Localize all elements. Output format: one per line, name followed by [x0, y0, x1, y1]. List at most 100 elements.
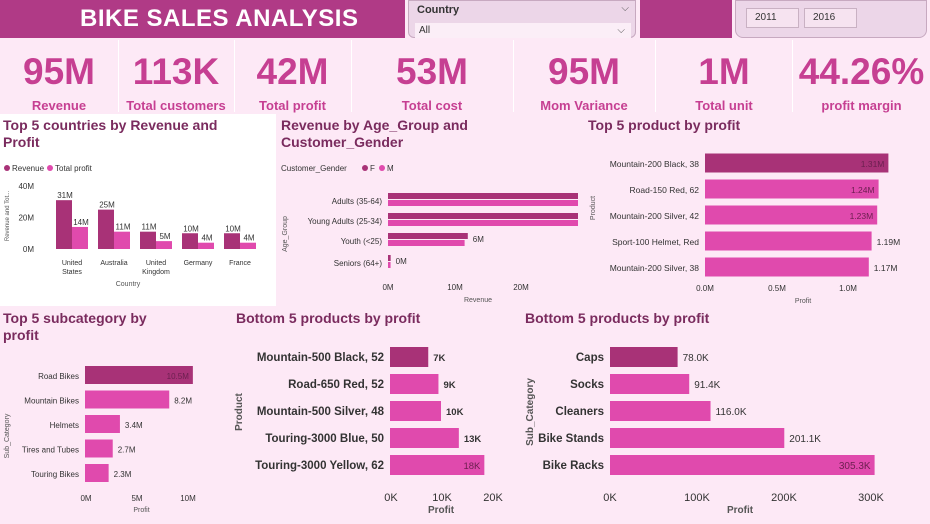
category-label: United: [146, 260, 166, 267]
bar: [610, 428, 785, 448]
x-tick-label: 20M: [513, 283, 529, 292]
kpi-card-margin: 44.26% profit margin: [793, 40, 930, 114]
bottom-products-panel: Bottom 5 products by profit Mountain-500…: [233, 308, 520, 524]
country-slicer[interactable]: Country ⌵ All ⌵: [408, 0, 636, 38]
bar-f: [388, 193, 578, 199]
kpi-value: 95M: [548, 51, 620, 92]
data-label: 1.19M: [877, 237, 901, 247]
category-label: Touring Bikes: [31, 470, 79, 479]
x-tick-label: 0M: [382, 283, 393, 292]
x-tick-label: 1.0M: [839, 284, 857, 293]
countries-panel: Top 5 countries by Revenue and Profit Re…: [0, 114, 276, 306]
legend-label: F: [370, 164, 375, 173]
chevron-down-icon[interactable]: ⌵: [617, 23, 625, 38]
top-products-panel: Top 5 product by profit Mountain-200 Bla…: [585, 114, 930, 306]
category-label: Touring-3000 Blue, 50: [265, 433, 384, 445]
category-label: Road-150 Red, 62: [630, 185, 700, 195]
category-label: States: [62, 269, 82, 276]
category-label: Sport-100 Helmet, Red: [612, 237, 699, 247]
y-axis-label: Sub_Category: [525, 378, 536, 446]
bar: [610, 374, 690, 394]
bar: [56, 200, 72, 249]
kpi-card-units: 1M Total unit: [656, 40, 792, 114]
data-label: 1.24M: [851, 185, 875, 195]
x-tick-label: 100K: [684, 492, 710, 504]
data-label: 3.4M: [125, 421, 143, 430]
bottom-products-chart: Mountain-500 Black, 52 7K Road-650 Red, 52…: [234, 347, 503, 516]
kpi-card-profit: 42M Total profit: [235, 40, 350, 114]
category-label: Cleaners: [555, 406, 604, 418]
year-from-input[interactable]: 2011: [746, 8, 799, 28]
countries-chart: Revenue Total profit 40M 20M 0M Revenue and T…: [4, 164, 256, 288]
bar: [705, 231, 872, 251]
bar: [140, 231, 156, 249]
x-tick-label: 5M: [131, 494, 142, 503]
data-label: 13K: [464, 434, 482, 445]
bar: [610, 401, 711, 421]
category-label: Tires and Tubes: [22, 446, 79, 455]
bar: [390, 428, 459, 448]
data-label: 25M: [99, 201, 115, 210]
data-label: 116.0K: [716, 407, 747, 418]
category-label: Mountain-200 Black, 38: [610, 159, 700, 169]
bar: [390, 374, 439, 394]
data-label: 31M: [57, 191, 73, 200]
kpi-value: 44.26%: [798, 51, 925, 92]
bottom-subcat-panel: Bottom 5 products by profit Caps 78.0K Soc…: [522, 308, 930, 524]
country-slicer-label: Country: [417, 4, 460, 16]
legend-marker-f: [362, 165, 368, 171]
data-label: 10M: [225, 224, 241, 233]
category-label: Road-650 Red, 52: [288, 379, 384, 391]
data-label: 11M: [142, 223, 157, 232]
legend-marker-revenue: [4, 165, 10, 171]
kpi-card-customers: 113K Total customers: [119, 40, 233, 114]
subcategory-panel: Top 5 subcategory by profit Road Bikes 10…: [0, 308, 230, 524]
bar: [705, 257, 869, 277]
data-label: 78.0K: [683, 353, 709, 364]
chart-title: Top 5 product by profit: [588, 117, 741, 133]
x-axis-label: Profit: [133, 507, 149, 514]
y-axis-label: Product: [590, 196, 597, 220]
category-label: Youth (<25): [341, 237, 383, 246]
y-tick-label: 40M: [18, 182, 34, 191]
year-range-slicer[interactable]: 2011 2016: [735, 0, 927, 38]
x-axis-label: Profit: [727, 505, 754, 516]
category-label: Road Bikes: [38, 372, 79, 381]
category-label: Mountain-200 Silver, 42: [610, 211, 700, 221]
category-label: Mountain-500 Black, 52: [257, 352, 384, 364]
year-to-input[interactable]: 2016: [804, 8, 857, 28]
chart-title: Revenue by Age_Group and Customer_Gender: [281, 117, 468, 150]
country-dropdown[interactable]: All ⌵: [415, 23, 631, 38]
data-label: 2.3M: [114, 470, 132, 479]
bar: [85, 464, 109, 482]
bar: [98, 209, 114, 249]
x-tick-label: 200K: [771, 492, 797, 504]
x-axis-label: Profit: [795, 298, 811, 305]
data-label: 1.31M: [861, 159, 885, 169]
category-label: Adults (35-64): [332, 197, 383, 206]
bar: [114, 231, 130, 249]
category-label: Mountain Bikes: [24, 397, 79, 406]
top-products-chart: Mountain-200 Black, 38 1.31M Road-150 Red,…: [590, 153, 901, 305]
bar-m: [388, 240, 465, 246]
data-label: 4M: [201, 234, 212, 243]
category-label: France: [229, 260, 251, 267]
bar: [224, 233, 240, 249]
category-label: Young Adults (25-34): [308, 217, 383, 226]
data-label: 18K: [463, 461, 481, 472]
x-tick-label: 0M: [80, 494, 91, 503]
kpi-value: 113K: [132, 51, 220, 92]
chart-title: Top 5 countries by Revenue and Profit: [3, 117, 218, 150]
kpi-label: Total unit: [695, 98, 753, 113]
data-label: 305.3K: [839, 461, 871, 472]
kpi-card-mom-variance: 95M Mom Variance: [514, 40, 654, 114]
data-label: 4M: [243, 234, 254, 243]
x-tick-label: 0K: [603, 492, 617, 504]
data-label: 1.17M: [874, 263, 898, 273]
legend-marker-profit: [47, 165, 53, 171]
x-tick-label: 300K: [858, 492, 884, 504]
x-tick-label: 10M: [180, 494, 196, 503]
category-label: Australia: [100, 260, 127, 267]
chevron-down-icon[interactable]: ⌵: [621, 3, 629, 14]
legend-label: Revenue: [12, 164, 45, 173]
